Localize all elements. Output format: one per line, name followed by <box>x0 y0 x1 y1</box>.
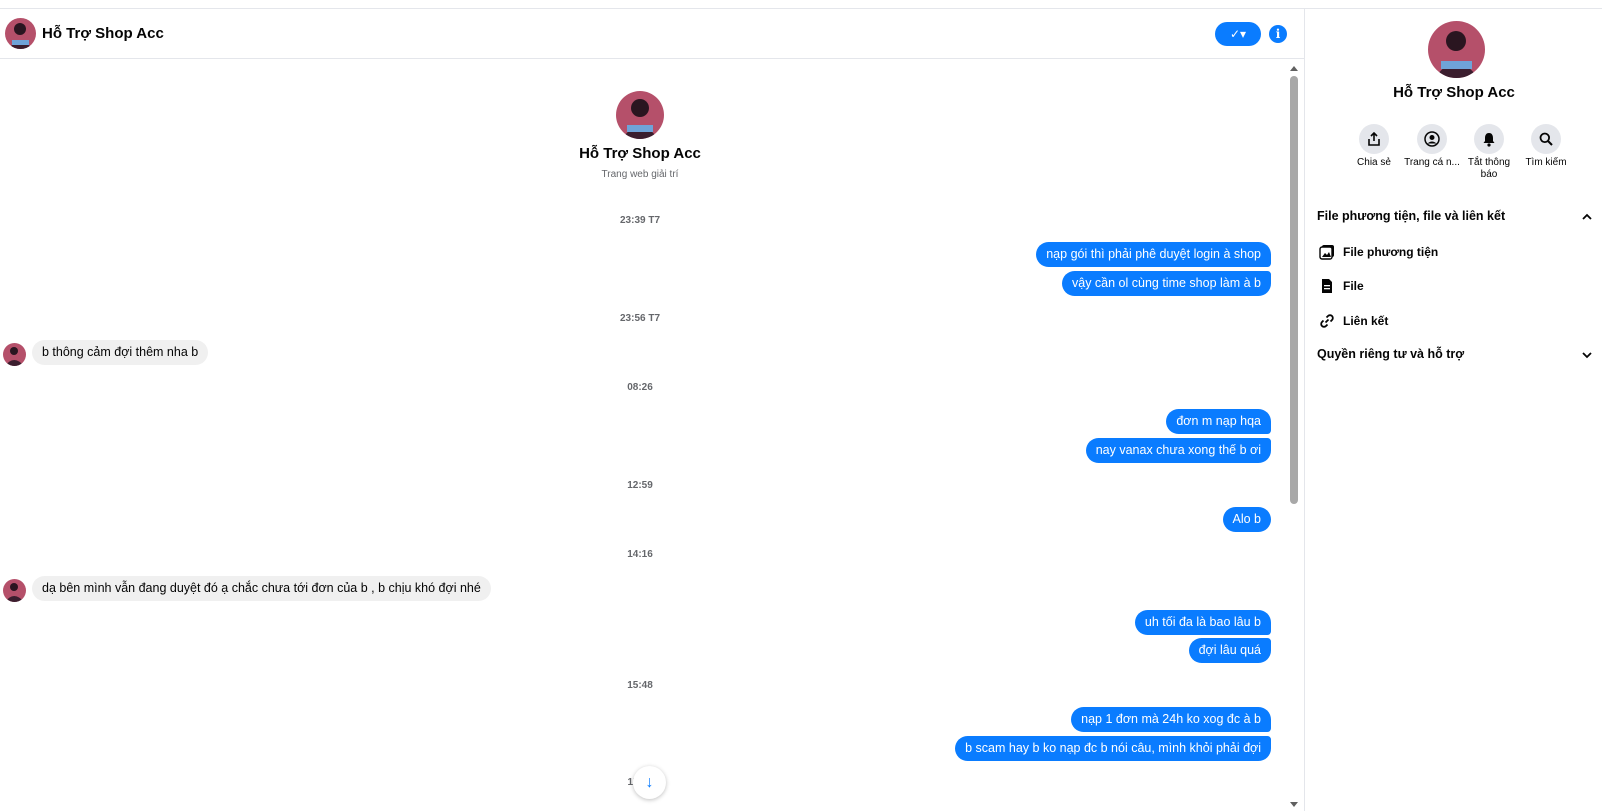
search-button[interactable]: Tìm kiếm <box>1517 124 1575 169</box>
outgoing-message[interactable]: b scam hay b ko nạp đc b nói câu, mình k… <box>955 736 1271 761</box>
scroll-to-bottom-button[interactable]: ↓ <box>633 766 666 799</box>
timestamp: 23:56 T7 <box>619 313 661 324</box>
outgoing-message[interactable]: Alo b <box>1222 507 1271 532</box>
chat-area: Hỗ Trợ Shop Acc ✓▾ i Hỗ Trợ Shop Acc Tra… <box>0 9 1304 811</box>
privacy-section-title: Quyền riêng tư và hỗ trợ <box>1317 347 1465 361</box>
timestamp: 23:39 T7 <box>619 215 661 226</box>
message-thread: Hỗ Trợ Shop Acc Trang web giải trí 23:39… <box>0 60 1294 811</box>
mute-button[interactable]: Tắt thông báo <box>1460 124 1518 181</box>
profile-label: Trang cá n... <box>1404 157 1460 168</box>
links-label: Liên kết <box>1343 314 1389 328</box>
outgoing-message[interactable]: nay vanax chưa xong thế b ơi <box>1085 438 1271 463</box>
sender-avatar <box>3 343 26 366</box>
privacy-support-section[interactable]: Quyền riêng tư và hỗ trợ <box>1317 347 1597 369</box>
conversation-info-panel: Hỗ Trợ Shop Acc Chia sẻ Trang cá n... Tắ… <box>1304 9 1602 811</box>
timestamp: 14:16 <box>627 549 653 560</box>
contact-avatar[interactable] <box>5 18 36 49</box>
link-icon <box>1319 313 1335 329</box>
outgoing-message[interactable]: đơn m nạp hqa <box>1166 409 1271 434</box>
intro-subtitle: Trang web giải trí <box>601 169 679 180</box>
media-files-item[interactable]: File phương tiện <box>1317 244 1577 266</box>
outgoing-message[interactable]: uh tối đa là bao lâu b <box>1134 610 1271 635</box>
profile-button[interactable]: Trang cá n... <box>1403 124 1461 169</box>
chevron-up-icon <box>1581 211 1593 226</box>
incoming-message[interactable]: b thông cảm đợi thêm nha b <box>32 340 209 365</box>
chat-header: Hỗ Trợ Shop Acc ✓▾ i <box>0 9 1304 59</box>
files-label: File <box>1343 279 1364 293</box>
mute-label: Tắt thông báo <box>1467 157 1511 180</box>
search-icon <box>1531 124 1561 154</box>
scroll-up-arrow-icon[interactable] <box>1290 66 1298 71</box>
files-item[interactable]: File <box>1317 278 1577 300</box>
media-files-label: File phương tiện <box>1343 245 1439 259</box>
intro-avatar <box>616 91 664 139</box>
profile-icon <box>1417 124 1447 154</box>
bell-icon <box>1474 124 1504 154</box>
timestamp: 08:26 <box>627 382 653 393</box>
scroll-down-arrow-icon[interactable] <box>1290 802 1298 807</box>
media-files-links-section[interactable]: File phương tiện, file và liên kết <box>1317 209 1597 231</box>
timestamp: 12:59 <box>627 480 653 491</box>
share-label: Chia sẻ <box>1357 157 1391 168</box>
share-button[interactable]: Chia sẻ <box>1345 124 1403 169</box>
links-item[interactable]: Liên kết <box>1317 313 1577 335</box>
thread-scrollbar[interactable] <box>1288 64 1300 811</box>
chevron-down-icon <box>1581 349 1593 364</box>
media-section-title: File phương tiện, file và liên kết <box>1317 209 1506 223</box>
search-label: Tìm kiếm <box>1525 157 1567 168</box>
panel-avatar <box>1428 21 1485 78</box>
panel-actions: Chia sẻ Trang cá n... Tắt thông báo Tìm … <box>1345 124 1585 194</box>
info-icon[interactable]: i <box>1269 25 1287 43</box>
panel-contact-name: Hỗ Trợ Shop Acc <box>1393 84 1515 101</box>
outgoing-message[interactable]: đợi lâu quá <box>1188 638 1271 663</box>
share-icon <box>1359 124 1389 154</box>
window-top-strip <box>0 0 1602 9</box>
timestamp: 15:48 <box>627 680 653 691</box>
sender-avatar <box>3 579 26 602</box>
contact-name[interactable]: Hỗ Trợ Shop Acc <box>42 25 164 42</box>
outgoing-message[interactable]: vậy cần ol cùng time shop làm à b <box>1062 271 1271 296</box>
outgoing-message[interactable]: nạp gói thì phải phê duyệt login à shop <box>1036 242 1271 267</box>
photo-icon <box>1319 244 1335 260</box>
incoming-message[interactable]: dạ bên mình vẫn đang duyệt đó ạ chắc chư… <box>32 576 491 601</box>
file-icon <box>1319 278 1335 294</box>
mark-done-button[interactable]: ✓▾ <box>1215 22 1261 46</box>
outgoing-message[interactable]: nạp 1 đơn mà 24h ko xog đc à b <box>1071 707 1271 732</box>
scrollbar-thumb[interactable] <box>1290 76 1298 504</box>
intro-name: Hỗ Trợ Shop Acc <box>579 145 701 162</box>
